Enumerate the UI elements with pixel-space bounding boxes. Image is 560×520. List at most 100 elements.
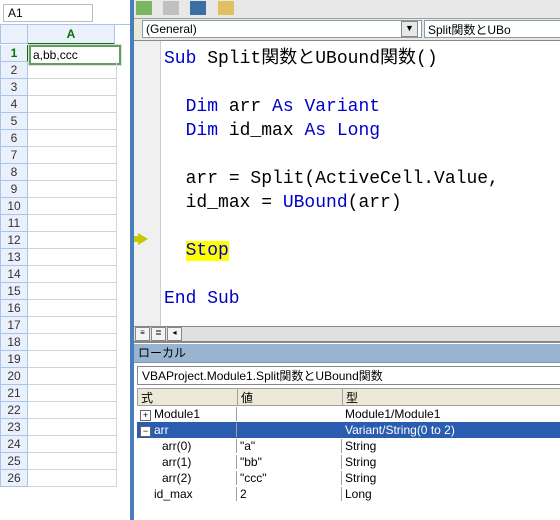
select-all-corner[interactable]: [0, 25, 28, 44]
row-header[interactable]: 25: [0, 453, 28, 470]
cell[interactable]: [28, 232, 117, 249]
row-header[interactable]: 8: [0, 164, 28, 181]
object-combo[interactable]: (General) ▼: [142, 20, 422, 38]
cell[interactable]: [28, 334, 117, 351]
reset-icon[interactable]: [190, 1, 206, 15]
grid-row: 22: [0, 402, 130, 419]
row-header[interactable]: 12: [0, 232, 28, 249]
locals-header-expr[interactable]: 式: [138, 389, 238, 406]
design-mode-icon[interactable]: [218, 1, 234, 15]
locals-header-val[interactable]: 値: [238, 389, 343, 406]
cell[interactable]: [28, 147, 117, 164]
grid-row: 21: [0, 385, 130, 402]
locals-header[interactable]: 式 値 型: [137, 388, 560, 406]
grid-row: 4: [0, 96, 130, 113]
cell[interactable]: [28, 368, 117, 385]
cell[interactable]: [28, 181, 117, 198]
locals-context-combo[interactable]: VBAProject.Module1.Split関数とUBound関数: [137, 366, 560, 385]
locals-header-type[interactable]: 型: [343, 389, 560, 406]
row-header[interactable]: 15: [0, 283, 28, 300]
code-text: Sub Split関数とUBound関数() Dim arr As Varian…: [164, 47, 510, 311]
break-icon[interactable]: [163, 1, 179, 15]
row-header[interactable]: 26: [0, 470, 28, 487]
cell[interactable]: [28, 249, 117, 266]
cell[interactable]: [28, 164, 117, 181]
row-header[interactable]: 13: [0, 249, 28, 266]
row-header[interactable]: 14: [0, 266, 28, 283]
cell[interactable]: [28, 419, 117, 436]
code-editor[interactable]: Sub Split関数とUBound関数() Dim arr As Varian…: [134, 41, 560, 327]
excel-grid: A 1a,bb,ccc23456789101112131415161718192…: [0, 24, 130, 487]
locals-row-idmax[interactable]: id_max 2 Long: [137, 486, 560, 502]
cell[interactable]: [28, 470, 117, 487]
cell[interactable]: [28, 198, 117, 215]
locals-row-arr1[interactable]: arr(1) "bb" String: [137, 454, 560, 470]
cell[interactable]: [28, 266, 117, 283]
row-header[interactable]: 22: [0, 402, 28, 419]
row-header[interactable]: 6: [0, 130, 28, 147]
cell[interactable]: [28, 436, 117, 453]
grid-row: 18: [0, 334, 130, 351]
locals-window-title: ローカル: [134, 343, 560, 363]
cell[interactable]: [28, 130, 117, 147]
row-header[interactable]: 11: [0, 215, 28, 232]
grid-row: 7: [0, 147, 130, 164]
row-header[interactable]: 5: [0, 113, 28, 130]
view-full-icon[interactable]: ≣: [151, 327, 166, 341]
row-header[interactable]: 9: [0, 181, 28, 198]
locals-row-module[interactable]: +Module1 Module1/Module1: [137, 406, 560, 422]
grid-row: 8: [0, 164, 130, 181]
cell[interactable]: [28, 79, 117, 96]
row-header[interactable]: 20: [0, 368, 28, 385]
view-proc-icon[interactable]: ≡: [135, 327, 150, 341]
grid-row: 16: [0, 300, 130, 317]
cell[interactable]: [28, 215, 117, 232]
collapse-icon[interactable]: −: [140, 426, 151, 437]
row-header[interactable]: 7: [0, 147, 28, 164]
row-header[interactable]: 21: [0, 385, 28, 402]
grid-row: 12: [0, 232, 130, 249]
grid-row: 24: [0, 436, 130, 453]
grid-row: 26: [0, 470, 130, 487]
grid-row: 5: [0, 113, 130, 130]
cell[interactable]: [28, 385, 117, 402]
cell[interactable]: [28, 351, 117, 368]
row-header[interactable]: 3: [0, 79, 28, 96]
cell[interactable]: [28, 283, 117, 300]
cell[interactable]: [28, 402, 117, 419]
row-header[interactable]: 4: [0, 96, 28, 113]
code-hscroll[interactable]: ≡ ≣ ◂: [134, 327, 560, 343]
grid-row: 23: [0, 419, 130, 436]
chevron-down-icon[interactable]: ▼: [401, 21, 418, 37]
cell[interactable]: [28, 62, 117, 79]
cell[interactable]: [28, 300, 117, 317]
row-header[interactable]: 16: [0, 300, 28, 317]
row-header[interactable]: 24: [0, 436, 28, 453]
locals-row-arr[interactable]: −arr Variant/String(0 to 2): [137, 422, 560, 438]
cell[interactable]: [28, 96, 117, 113]
grid-row: 25: [0, 453, 130, 470]
row-header[interactable]: 18: [0, 334, 28, 351]
cell[interactable]: [28, 453, 117, 470]
expand-icon[interactable]: +: [140, 410, 151, 421]
grid-row: 1a,bb,ccc: [0, 45, 130, 62]
procedure-combo[interactable]: Split関数とUBo: [424, 20, 560, 38]
cell[interactable]: [28, 113, 117, 130]
locals-row-arr2[interactable]: arr(2) "ccc" String: [137, 470, 560, 486]
row-header[interactable]: 2: [0, 62, 28, 79]
grid-row: 13: [0, 249, 130, 266]
name-box[interactable]: A1: [3, 4, 93, 22]
row-header[interactable]: 19: [0, 351, 28, 368]
grid-row: 15: [0, 283, 130, 300]
grid-row: 14: [0, 266, 130, 283]
column-header-a[interactable]: A: [28, 25, 115, 45]
cell[interactable]: [28, 317, 117, 334]
run-icon[interactable]: [136, 1, 152, 15]
scroll-left-icon[interactable]: ◂: [167, 327, 182, 341]
vbe-toolbar: [134, 0, 560, 19]
locals-row-arr0[interactable]: arr(0) "a" String: [137, 438, 560, 454]
row-header[interactable]: 10: [0, 198, 28, 215]
row-header[interactable]: 1: [0, 45, 29, 62]
row-header[interactable]: 23: [0, 419, 28, 436]
row-header[interactable]: 17: [0, 317, 28, 334]
